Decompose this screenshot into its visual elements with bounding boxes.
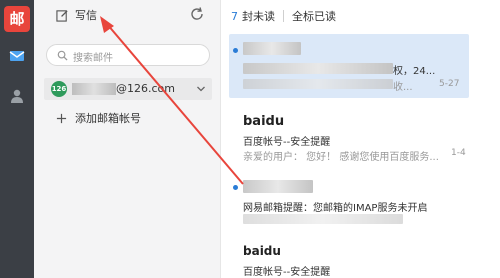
add-account-label: 添加邮箱帐号 <box>75 112 141 125</box>
message-item[interactable]: 网易邮箱提醒：您邮箱的IMAP服务未开启 <box>229 176 469 228</box>
mail-icon[interactable] <box>9 48 25 64</box>
message-date: 1-4 <box>451 148 466 158</box>
sender-redacted <box>243 42 301 55</box>
message-sender: baidu <box>243 114 285 129</box>
message-preview-tail: 收... <box>393 82 413 93</box>
message-subject: 网易邮箱提醒：您邮箱的IMAP服务未开启 <box>243 203 428 214</box>
message-subject-tail: 权，24... <box>393 66 436 77</box>
app-logo: 邮 <box>4 6 30 32</box>
message-item[interactable]: baidu 百度帐号--安全提醒 亲爱的用户： 您好！ 感谢您使用百度服务...… <box>229 108 469 164</box>
preview-redacted <box>243 214 403 224</box>
search-icon <box>57 50 68 61</box>
sidebar-toolbar: 写信 <box>34 0 220 30</box>
account-domain: @126.com <box>116 82 175 95</box>
contacts-icon[interactable] <box>9 88 25 104</box>
search-placeholder: 搜索邮件 <box>73 53 113 64</box>
account-name-redacted <box>72 83 116 95</box>
unread-dot <box>233 48 238 53</box>
sender-redacted <box>243 180 313 193</box>
compose-label: 写信 <box>75 9 97 22</box>
unread-dot <box>233 185 238 190</box>
unread-label: 封未读 <box>242 10 275 23</box>
message-date: 5-27 <box>439 79 460 89</box>
message-item[interactable]: baidu 百度帐号--安全提醒 <box>229 240 469 278</box>
plus-icon <box>56 113 67 123</box>
list-header: 7 封未读 全标已读 <box>231 8 336 24</box>
edit-icon <box>56 9 68 22</box>
message-list: 7 封未读 全标已读 权，24... 收... 5-27 baidu 百度帐号-… <box>221 0 500 278</box>
sidebar: 写信 搜索邮件 126 @126.com 添加邮箱帐号 <box>34 0 221 278</box>
search-input[interactable]: 搜索邮件 <box>46 44 210 66</box>
message-subject: 百度帐号--安全提醒 <box>243 137 331 148</box>
add-account-button[interactable]: 添加邮箱帐号 <box>56 110 141 126</box>
chevron-down-icon[interactable] <box>196 84 206 94</box>
refresh-icon[interactable] <box>189 6 205 22</box>
preview-redacted <box>243 79 393 89</box>
message-sender: baidu <box>243 244 281 258</box>
message-item-selected[interactable]: 权，24... 收... 5-27 <box>229 34 469 98</box>
account-selector[interactable]: 126 @126.com <box>44 78 212 100</box>
message-preview: 亲爱的用户： 您好！ 感谢您使用百度服务... <box>243 152 439 163</box>
divider <box>283 10 284 22</box>
app-rail: 邮 <box>0 0 34 278</box>
compose-button[interactable]: 写信 <box>56 6 97 24</box>
mark-all-read-button[interactable]: 全标已读 <box>292 8 336 24</box>
account-badge: 126 <box>51 81 67 97</box>
unread-count: 7 <box>231 9 238 23</box>
subject-redacted <box>243 63 393 74</box>
message-subject: 百度帐号--安全提醒 <box>243 267 331 278</box>
